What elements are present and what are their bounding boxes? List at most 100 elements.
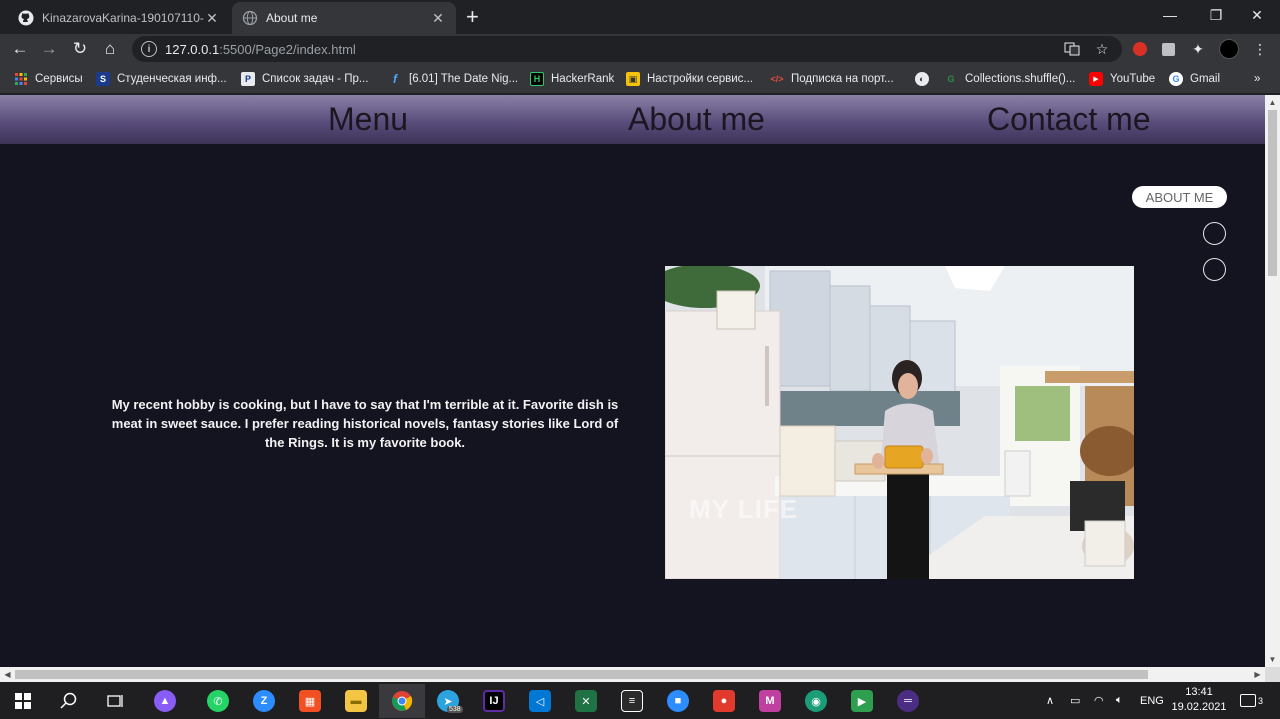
bookmark-subscription[interactable]: </> Подписка на порт... — [770, 70, 894, 88]
vscode-icon[interactable]: ◁ — [517, 684, 563, 718]
search-icon[interactable] — [46, 684, 92, 718]
chrome-icon[interactable] — [379, 684, 425, 718]
clock-time: 13:41 — [1185, 686, 1213, 698]
home-icon[interactable]: ⌂ — [98, 37, 122, 61]
bookmark-hackerrank[interactable]: H HackerRank — [530, 70, 614, 88]
store-icon[interactable]: ▦ — [287, 684, 333, 718]
miro-icon[interactable]: M — [747, 684, 793, 718]
extension-red-icon[interactable] — [1130, 39, 1150, 59]
bookmark-collections-shuffle[interactable]: G Collections.shuffle()... — [944, 70, 1075, 88]
alice-icon[interactable]: ▲ — [142, 684, 188, 718]
bookmark-label: Список задач - Пр... — [262, 73, 369, 85]
bookmark-label: Студенческая инф... — [117, 73, 227, 85]
hackerrank-icon: H — [530, 72, 544, 86]
vertical-scrollbar[interactable]: ▲ ▼ — [1265, 95, 1280, 667]
tray-chevron-icon[interactable]: ∧ — [1046, 682, 1054, 719]
translate-icon[interactable] — [1062, 39, 1082, 59]
bookmark-label: [6.01] The Date Nig... — [409, 73, 519, 85]
url-path: :5500/Page2/index.html — [219, 41, 356, 57]
battery-icon[interactable]: ▭ — [1070, 682, 1080, 719]
restore-icon[interactable]: ❐ — [1193, 0, 1239, 30]
vertical-scroll-thumb[interactable] — [1268, 110, 1277, 276]
system-clock[interactable]: 13:41 19.02.2021 — [1168, 685, 1230, 715]
nav-contact-link[interactable]: Contact me — [987, 101, 1151, 138]
start-icon[interactable] — [0, 684, 46, 718]
section-dot-2[interactable] — [1203, 222, 1226, 245]
extension-gray-icon[interactable] — [1158, 39, 1178, 59]
site-nav: Menu About me Contact me — [0, 95, 1265, 144]
forward-icon[interactable]: → — [37, 37, 61, 61]
nav-menu-link[interactable]: Menu — [328, 101, 408, 138]
tab-title: About me — [266, 11, 318, 25]
notebook-icon[interactable]: ≡ — [609, 684, 655, 718]
url-host: 127.0.0.1 — [165, 41, 220, 57]
scroll-down-icon[interactable]: ▼ — [1265, 652, 1280, 667]
bookmarks-overflow-icon[interactable]: » — [1254, 70, 1260, 88]
telegram-icon[interactable]: ➤ 538 — [425, 684, 471, 718]
youtube-icon: ▶ — [1089, 72, 1103, 86]
clock-date: 19.02.2021 — [1171, 701, 1227, 713]
bookmark-globe[interactable]: ◐ — [915, 70, 936, 88]
horizontal-scrollbar[interactable]: ◀ ▶ — [0, 667, 1265, 682]
tab-github[interactable]: KinazarovaKarina-190107110-we ✕ — [8, 2, 230, 34]
close-tab-icon[interactable]: ✕ — [430, 10, 446, 27]
bookmark-gmail[interactable]: G Gmail — [1169, 70, 1220, 88]
bookmark-student-info[interactable]: S Студенческая инф... — [96, 70, 227, 88]
edge-like-icon[interactable]: ◉ — [793, 684, 839, 718]
scrollbar-corner — [1265, 667, 1280, 682]
minimize-icon[interactable]: — — [1147, 0, 1193, 30]
jetbrains-icon[interactable]: IJ — [471, 684, 517, 718]
hobby-paragraph: My recent hobby is cooking, but I have t… — [111, 397, 619, 450]
settings-service-icon: ▣ — [626, 72, 640, 86]
extensions-puzzle-icon[interactable]: ✦ — [1188, 39, 1208, 59]
winamp-icon[interactable]: ═ — [885, 684, 931, 718]
screen-recorder-icon[interactable]: ● — [701, 684, 747, 718]
language-indicator[interactable]: ENG — [1140, 682, 1164, 719]
whatsapp-icon[interactable]: ✆ — [195, 684, 241, 718]
zoom-z-icon[interactable]: Z — [241, 684, 287, 718]
notifications-icon[interactable]: 3 — [1240, 682, 1263, 719]
tab-about-me[interactable]: About me ✕ — [232, 2, 456, 34]
scroll-up-icon[interactable]: ▲ — [1265, 95, 1280, 110]
section-pill-about-me[interactable]: ABOUT ME — [1132, 186, 1227, 208]
back-icon[interactable]: ← — [8, 37, 32, 61]
gallery-icon[interactable]: ▶ — [839, 684, 885, 718]
file-explorer-icon[interactable]: ▬ — [333, 684, 379, 718]
zoom-video-icon[interactable]: ■ — [655, 684, 701, 718]
bookmark-label: Настройки сервис... — [647, 73, 753, 85]
volume-icon[interactable]: 🔈︎ — [1116, 682, 1123, 719]
browser-toolbar: ← → ↻ ⌂ i 127.0.0.1:5500/Page2/index.htm… — [0, 34, 1280, 64]
student-portal-icon: S — [96, 72, 110, 86]
excel-like-icon[interactable]: ✕ — [563, 684, 609, 718]
f-icon: f — [393, 72, 397, 86]
scroll-left-icon[interactable]: ◀ — [0, 667, 15, 682]
profile-avatar[interactable] — [1219, 39, 1239, 59]
nav-about-link[interactable]: About me — [628, 101, 765, 138]
task-view-icon[interactable] — [92, 684, 138, 718]
google-icon: G — [1169, 72, 1183, 86]
new-tab-icon[interactable]: + — [466, 4, 479, 30]
notifications-count: 3 — [1258, 695, 1264, 706]
bookmark-service-settings[interactable]: ▣ Настройки сервис... — [626, 70, 753, 88]
bookmark-services[interactable]: Сервисы — [14, 70, 83, 88]
section-dot-3[interactable] — [1203, 258, 1226, 281]
site-info-icon[interactable]: i — [141, 41, 157, 57]
horizontal-scroll-thumb[interactable] — [15, 670, 1148, 679]
close-tab-icon[interactable]: ✕ — [204, 10, 220, 27]
wifi-icon[interactable]: ◠ — [1094, 682, 1104, 719]
apps-grid-icon — [14, 72, 28, 86]
bookmark-star-icon[interactable]: ☆ — [1092, 39, 1112, 59]
task-list-icon: P — [241, 72, 255, 86]
reload-icon[interactable]: ↻ — [68, 37, 92, 61]
chrome-menu-icon[interactable]: ⋮ — [1250, 39, 1270, 59]
address-bar[interactable]: i 127.0.0.1:5500/Page2/index.html — [132, 36, 1122, 62]
bookmark-task-list[interactable]: P Список задач - Пр... — [241, 70, 368, 88]
bookmark-date-night[interactable]: f [6.01] The Date Nig... — [388, 70, 518, 88]
windows-taskbar: ▲ ✆ Z ▦ ▬ ➤ 538 IJ ◁ ✕ ≡ ■ ● M ◉ ▶ ═ ∧ ▭… — [0, 682, 1280, 719]
bookmark-youtube[interactable]: ▶ YouTube — [1089, 70, 1155, 88]
bookmark-label: YouTube — [1110, 73, 1156, 85]
bookmark-label: Подписка на порт... — [791, 73, 894, 85]
kitchen-photo: MY LIFE — [665, 266, 1134, 579]
close-window-icon[interactable]: ✕ — [1234, 0, 1280, 30]
scroll-right-icon[interactable]: ▶ — [1250, 667, 1265, 682]
